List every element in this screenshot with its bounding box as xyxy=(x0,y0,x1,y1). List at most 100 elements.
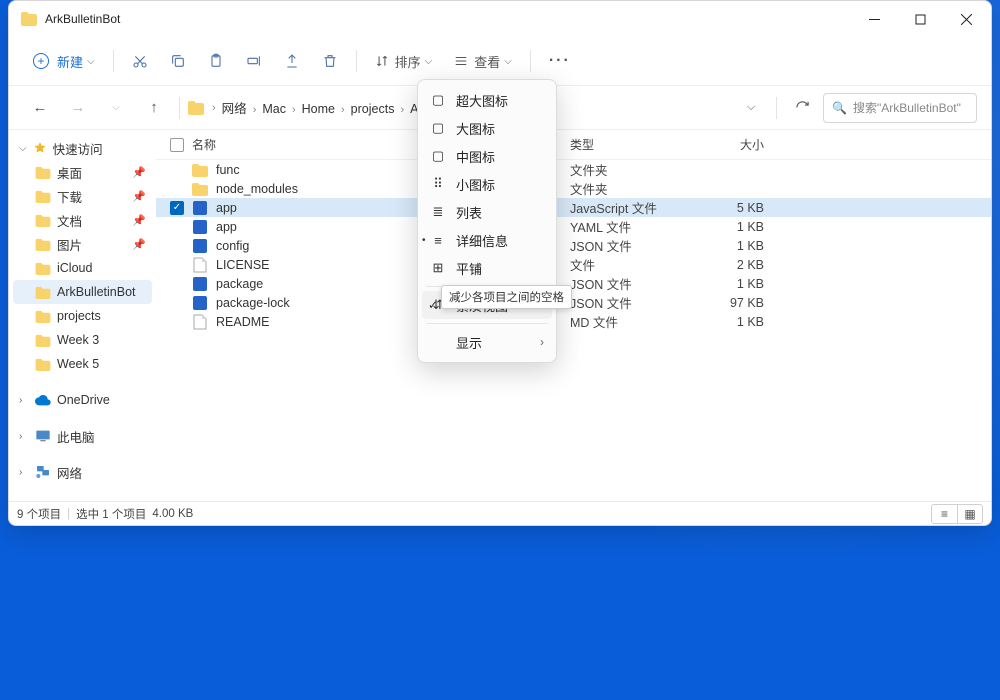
menu-item-label: 超大图标 xyxy=(456,91,508,110)
status-bar: 9 个项目 | 选中 1 个项目 4.00 KB ≡ ▦ xyxy=(9,501,991,525)
sidebar-item[interactable]: projects xyxy=(13,304,152,328)
file-size: 5 KB xyxy=(700,201,780,215)
file-type: 文件 xyxy=(570,255,700,274)
file-row[interactable]: node_modules文件夹 xyxy=(156,179,991,198)
sidebar-item[interactable]: 文档📌 xyxy=(13,208,152,232)
sidebar-item[interactable]: 桌面📌 xyxy=(13,160,152,184)
icons-view-button[interactable]: ▦ xyxy=(957,504,983,524)
layout-icon: ≡ xyxy=(430,233,446,248)
details-view-button[interactable]: ≡ xyxy=(931,504,957,524)
menu-item[interactable]: ≣列表 xyxy=(418,198,556,226)
view-button[interactable]: 查看 ⌵ xyxy=(444,44,522,78)
file-row[interactable]: LICENSE文件2 KB xyxy=(156,255,991,274)
menu-item-label: 详细信息 xyxy=(456,231,508,250)
file-row[interactable]: package JSON 文件1 KB xyxy=(156,274,991,293)
rename-button[interactable] xyxy=(236,44,272,78)
menu-item[interactable]: ▢超大图标 xyxy=(418,86,556,114)
menu-item-label: 显示 xyxy=(456,333,482,352)
paste-button[interactable] xyxy=(198,44,234,78)
file-type: JSON 文件 xyxy=(570,293,700,312)
menu-item[interactable]: ⠿小图标 xyxy=(418,170,556,198)
sidebar-item[interactable]: 图片📌 xyxy=(13,232,152,256)
file-name: package-lock xyxy=(216,296,290,310)
sidebar-item-label: Week 3 xyxy=(57,333,99,347)
breadcrumb-item[interactable]: Mac xyxy=(258,102,290,116)
maximize-button[interactable] xyxy=(897,1,943,37)
menu-item-label: 列表 xyxy=(456,203,482,222)
new-button[interactable]: 新建 ⌵ xyxy=(23,44,105,78)
file-icon xyxy=(192,200,208,216)
close-button[interactable] xyxy=(943,1,989,37)
sort-button[interactable]: 排序 ⌵ xyxy=(365,44,443,78)
select-all-checkbox[interactable] xyxy=(170,138,184,152)
sidebar-item[interactable]: Week 3 xyxy=(13,328,152,352)
col-type-header[interactable]: 类型 xyxy=(570,136,700,153)
sidebar-quick-access[interactable]: ⌵ 快速访问 xyxy=(13,136,152,160)
chevron-down-icon: ⌵ xyxy=(425,56,433,67)
row-checkbox[interactable]: ✓ xyxy=(170,201,184,215)
sidebar-item[interactable]: iCloud xyxy=(13,256,152,280)
view-dropdown-menu: ▢超大图标▢大图标▢中图标⠿小图标≣列表•≡详细信息⊞平铺✓⇵紧凑视图显示› xyxy=(417,79,557,363)
refresh-button[interactable] xyxy=(787,93,817,123)
menu-item[interactable]: ▢中图标 xyxy=(418,142,556,170)
minimize-button[interactable] xyxy=(851,1,897,37)
sidebar-item[interactable]: Week 5 xyxy=(13,352,152,376)
sidebar-onedrive[interactable]: › OneDrive xyxy=(13,388,152,412)
breadcrumb-item[interactable]: Home xyxy=(298,102,339,116)
file-row[interactable]: package-lockJSON 文件97 KB xyxy=(156,293,991,312)
sidebar-item-label: Week 5 xyxy=(57,357,99,371)
view-icon xyxy=(454,54,468,68)
breadcrumb-item[interactable]: projects xyxy=(347,102,399,116)
back-button[interactable]: ← xyxy=(23,92,57,124)
file-size: 1 KB xyxy=(700,277,780,291)
up-button[interactable]: ↑ xyxy=(137,92,171,124)
file-name: func xyxy=(216,163,240,177)
file-row[interactable]: appYAML 文件1 KB xyxy=(156,217,991,236)
folder-icon xyxy=(21,12,37,26)
file-size: 1 KB xyxy=(700,315,780,329)
file-row[interactable]: func文件夹 xyxy=(156,160,991,179)
search-input[interactable]: 🔍 搜索"ArkBulletinBot" xyxy=(823,93,977,123)
menu-item[interactable]: ⊞平铺 xyxy=(418,254,556,282)
menu-item[interactable]: •≡详细信息 xyxy=(418,226,556,254)
pin-icon: 📌 xyxy=(132,214,146,227)
menu-item-show[interactable]: 显示› xyxy=(418,328,556,356)
pin-icon: 📌 xyxy=(132,166,146,179)
folder-icon xyxy=(35,190,51,203)
chevron-down-icon: ⌵ xyxy=(504,56,512,67)
sidebar: ⌵ 快速访问 桌面📌下载📌文档📌图片📌iCloudArkBulletinBotp… xyxy=(9,130,156,501)
folder-icon xyxy=(35,358,51,371)
file-type: JSON 文件 xyxy=(570,274,700,293)
toolbar: 新建 ⌵ 排序 ⌵ 查看 ⌵ ··· xyxy=(9,37,991,85)
file-row[interactable]: READMEMD 文件1 KB xyxy=(156,312,991,331)
col-name-header[interactable]: 名称 xyxy=(192,136,216,153)
file-row[interactable]: configJSON 文件1 KB xyxy=(156,236,991,255)
sidebar-item-label: 图片 xyxy=(57,235,82,254)
search-icon: 🔍 xyxy=(832,101,847,115)
file-name: config xyxy=(216,239,249,253)
sidebar-network[interactable]: › 网络 xyxy=(13,460,152,484)
sidebar-this-pc[interactable]: › 此电脑 xyxy=(13,424,152,448)
file-row[interactable]: ✓appJavaScript 文件5 KB xyxy=(156,198,991,217)
sidebar-item-label: ArkBulletinBot xyxy=(57,285,136,299)
cut-button[interactable] xyxy=(122,44,158,78)
recent-button[interactable]: ⌵ xyxy=(99,92,133,124)
crumb-expand-button[interactable]: ⌵ xyxy=(736,93,766,123)
menu-item-label: 大图标 xyxy=(456,119,495,138)
menu-item[interactable]: ▢大图标 xyxy=(418,114,556,142)
col-size-header[interactable]: 大小 xyxy=(700,136,780,153)
sidebar-item-label: 下载 xyxy=(57,187,82,206)
sidebar-item[interactable]: ArkBulletinBot xyxy=(13,280,152,304)
more-button[interactable]: ··· xyxy=(539,44,581,78)
pc-icon xyxy=(35,429,51,443)
copy-button[interactable] xyxy=(160,44,196,78)
share-button[interactable] xyxy=(274,44,310,78)
forward-button[interactable]: → xyxy=(61,92,95,124)
breadcrumb-item[interactable]: 网络 xyxy=(218,102,251,116)
new-label: 新建 xyxy=(57,52,83,71)
file-type: JavaScript 文件 xyxy=(570,198,700,217)
delete-button[interactable] xyxy=(312,44,348,78)
file-icon xyxy=(192,276,208,292)
file-name: package xyxy=(216,277,263,291)
sidebar-item[interactable]: 下载📌 xyxy=(13,184,152,208)
